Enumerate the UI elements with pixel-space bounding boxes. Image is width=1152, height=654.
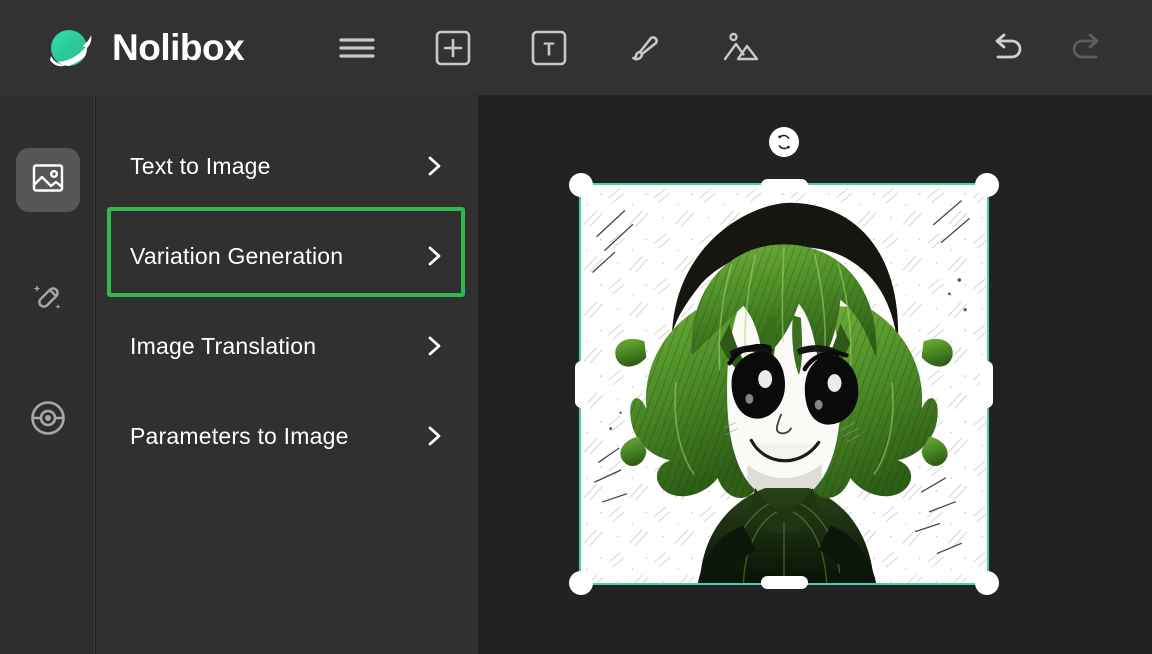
menu-item-label: Variation Generation (130, 242, 344, 269)
add-element-icon[interactable] (423, 18, 483, 78)
resize-handle-bottom-center[interactable] (761, 576, 808, 589)
app-root: Nolibox T Text to Image Variation Genera… (0, 0, 1152, 654)
resize-handle-top-center[interactable] (761, 179, 808, 192)
image-icon (31, 161, 65, 200)
text-tool-icon[interactable]: T (519, 18, 579, 78)
sidebar-item-magic-wand[interactable] (16, 268, 80, 332)
redo-icon[interactable] (1058, 20, 1114, 76)
undo-icon[interactable] (980, 20, 1036, 76)
menu-item-label: Parameters to Image (130, 422, 349, 449)
header-toolbar: T (327, 18, 771, 78)
sidebar-rail (0, 95, 95, 654)
selected-object-frame[interactable] (569, 127, 999, 595)
magic-wand-icon (30, 280, 66, 321)
chevron-right-icon (423, 245, 445, 267)
menu-item-parameters-to-image[interactable]: Parameters to Image (96, 391, 478, 481)
sidebar-item-model[interactable] (16, 388, 80, 452)
planet-logo-icon (42, 20, 98, 76)
canvas-area[interactable] (478, 95, 1152, 654)
chevron-right-icon (423, 335, 445, 357)
menu-item-label: Image Translation (130, 332, 317, 359)
rotate-icon[interactable] (769, 127, 799, 157)
menu-icon[interactable] (327, 18, 387, 78)
app-header: Nolibox T (0, 0, 1152, 95)
menu-item-variation-generation[interactable]: Variation Generation (96, 211, 478, 301)
resize-handle-left-center[interactable] (575, 361, 588, 408)
model-ball-icon (29, 399, 67, 442)
brand-name: Nolibox (112, 26, 245, 68)
tool-panel: Text to Image Variation Generation Image… (96, 95, 478, 654)
svg-text:T: T (544, 39, 555, 59)
resize-handle-top-right[interactable] (975, 173, 999, 197)
sidebar-item-image[interactable] (16, 148, 80, 212)
history-controls (958, 0, 1114, 95)
brush-tool-icon[interactable] (615, 18, 675, 78)
resize-handle-bottom-right[interactable] (975, 571, 999, 595)
menu-item-image-translation[interactable]: Image Translation (96, 301, 478, 391)
chevron-right-icon (423, 425, 445, 447)
resize-handle-right-center[interactable] (980, 361, 993, 408)
menu-item-text-to-image[interactable]: Text to Image (96, 121, 478, 211)
menu-item-label: Text to Image (130, 152, 271, 179)
resize-handle-top-left[interactable] (569, 173, 593, 197)
resize-handle-bottom-left[interactable] (569, 571, 593, 595)
chevron-right-icon (423, 155, 445, 177)
brand: Nolibox (42, 20, 245, 76)
image-tool-icon[interactable] (711, 18, 771, 78)
